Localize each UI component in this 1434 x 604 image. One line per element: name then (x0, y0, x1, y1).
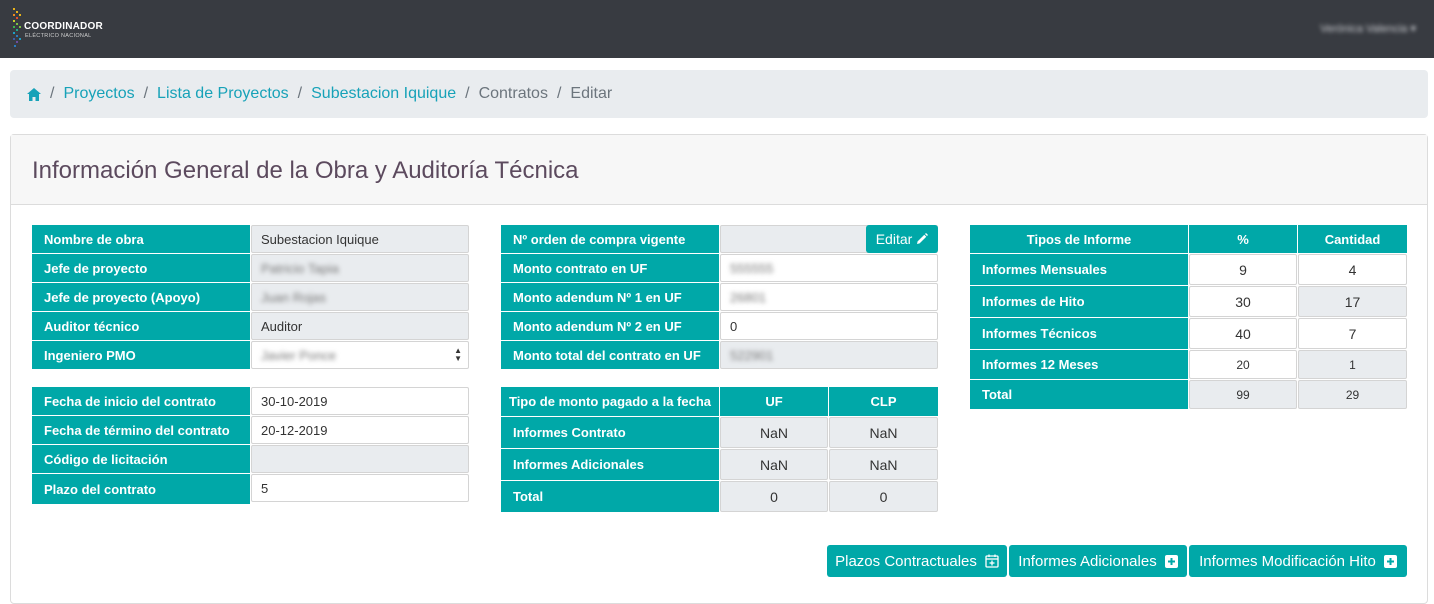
informes-total-label: Total (970, 380, 1188, 409)
pagado-total-uf: 0 (720, 481, 828, 512)
pagado-row-label: Informes Contrato (501, 417, 719, 448)
informe-cantidad-input[interactable]: 7 (1298, 318, 1407, 349)
informes-header-tipo: Tipos de Informe (970, 225, 1188, 253)
plazo-input[interactable]: 5 (251, 474, 469, 502)
breadcrumb-lista-proyectos[interactable]: Lista de Proyectos (157, 85, 289, 103)
fecha-termino-input[interactable]: 20-12-2019 (251, 416, 469, 444)
informe-row-label: Informes 12 Meses (970, 350, 1188, 379)
fecha-termino-label: Fecha de término del contrato (32, 416, 250, 444)
logo-subtitle: ELÉCTRICO NACIONAL (25, 33, 92, 39)
informes-header-cantidad: Cantidad (1298, 225, 1407, 253)
codigo-licitacion-field (251, 445, 469, 473)
home-icon[interactable] (27, 87, 41, 101)
jefe-apoyo-value: Juan Rojas (261, 289, 327, 305)
breadcrumb-editar: Editar (570, 85, 613, 102)
nombre-obra-field: Subestacion Iquique (251, 225, 469, 253)
pmo-select[interactable]: Javier Ponce ▲ ▼ (251, 341, 469, 369)
plus-square-icon (1383, 554, 1397, 568)
breadcrumb-separator: / (465, 85, 470, 102)
jefe-proyecto-value: Patricio Tapia (261, 260, 339, 276)
breadcrumb-separator: / (297, 85, 303, 102)
informe-row-label: Informes Mensuales (970, 254, 1188, 285)
informe-pct-input[interactable]: 9 (1189, 254, 1297, 285)
logo-title: COORDINADOR (24, 21, 103, 32)
user-menu[interactable]: Verónica Valencia ▾ (1320, 22, 1416, 35)
adendum2-label: Monto adendum Nº 2 en UF (501, 312, 719, 340)
pagado-clp-value: NaN (829, 449, 938, 480)
informes-adicionales-label: Informes Adicionales (1018, 552, 1157, 570)
informe-pct-input[interactable]: 20 (1189, 350, 1297, 379)
calendar-plus-icon (985, 554, 999, 568)
orden-compra-label: Nº orden de compra vigente (501, 225, 719, 253)
pagado-uf-value: NaN (720, 449, 828, 480)
informes-total-cantidad: 29 (1298, 380, 1407, 409)
monto-total-label: Monto total del contrato en UF (501, 341, 719, 369)
editar-button-label: Editar (875, 231, 913, 247)
pmo-selected-value: Javier Ponce (261, 347, 337, 363)
informes-modificacion-hito-button[interactable]: Informes Modificación Hito (1189, 545, 1407, 577)
breadcrumb-separator: / (556, 85, 562, 102)
jefe-proyecto-label: Jefe de proyecto (32, 254, 250, 282)
informe-pct-input[interactable]: 40 (1189, 318, 1297, 349)
pagado-header-tipo: Tipo de monto pagado a la fecha (501, 387, 719, 416)
breadcrumb-separator: / (50, 85, 55, 102)
nombre-obra-label: Nombre de obra (32, 225, 250, 253)
informes-header-pct: % (1189, 225, 1297, 253)
informes-modificacion-hito-label: Informes Modificación Hito (1199, 552, 1376, 570)
top-navbar: COORDINADOR ELÉCTRICO NACIONAL Verónica … (0, 0, 1434, 58)
caret-down-icon: ▾ (1410, 23, 1416, 35)
informe-row-label: Informes de Hito (970, 286, 1188, 317)
codigo-licitacion-label: Código de licitación (32, 445, 250, 473)
monto-contrato-value: 555555 (730, 260, 774, 276)
pmo-label: Ingeniero PMO (32, 341, 250, 369)
adendum1-label: Monto adendum Nº 1 en UF (501, 283, 719, 311)
select-arrows-icon: ▲ ▼ (454, 346, 462, 363)
pagado-total-label: Total (501, 481, 719, 512)
plazo-label: Plazo del contrato (32, 474, 250, 504)
pencil-icon (917, 233, 929, 244)
adendum1-value: 26801 (730, 289, 767, 305)
breadcrumb: / Proyectos / Lista de Proyectos / Subes… (10, 70, 1428, 118)
card-header: Información General de la Obra y Auditor… (11, 135, 1427, 205)
pagado-header-uf: UF (720, 387, 828, 416)
informes-total-pct: 99 (1189, 380, 1297, 409)
page-title: Información General de la Obra y Auditor… (32, 157, 579, 184)
monto-contrato-input[interactable]: 555555 (720, 254, 938, 282)
info-card: Información General de la Obra y Auditor… (10, 134, 1428, 604)
auditor-field: Auditor (251, 312, 469, 340)
jefe-proyecto-field: Patricio Tapia (251, 254, 469, 282)
pagado-uf-value: NaN (720, 417, 828, 448)
breadcrumb-subestacion[interactable]: Subestacion Iquique (311, 85, 456, 103)
informes-adicionales-button[interactable]: Informes Adicionales (1009, 545, 1187, 577)
jefe-apoyo-label: Jefe de proyecto (Apoyo) (32, 283, 250, 311)
pagado-total-clp: 0 (829, 481, 938, 512)
informe-cantidad-field: 17 (1298, 286, 1407, 317)
jefe-apoyo-field: Juan Rojas (251, 283, 469, 311)
monto-total-value: 522901 (730, 347, 774, 363)
plus-square-icon (1164, 554, 1178, 568)
pagado-header-clp: CLP (829, 387, 938, 416)
informe-row-label: Informes Técnicos (970, 318, 1188, 349)
plazos-contractuales-label: Plazos Contractuales (835, 552, 977, 570)
pagado-clp-value: NaN (829, 417, 938, 448)
monto-contrato-label: Monto contrato en UF (501, 254, 719, 282)
user-name: Verónica Valencia (1320, 23, 1408, 35)
auditor-label: Auditor técnico (32, 312, 250, 340)
adendum2-input[interactable]: 0 (720, 312, 938, 340)
fecha-inicio-label: Fecha de inicio del contrato (32, 387, 250, 415)
adendum1-input[interactable]: 26801 (720, 283, 938, 311)
breadcrumb-separator: / (143, 85, 149, 102)
fecha-inicio-input[interactable]: 30-10-2019 (251, 387, 469, 415)
breadcrumb-contratos: Contratos (478, 85, 548, 102)
breadcrumb-proyectos[interactable]: Proyectos (63, 85, 134, 103)
editar-button[interactable]: Editar (866, 225, 938, 253)
plazos-contractuales-button[interactable]: Plazos Contractuales (827, 545, 1007, 577)
informe-cantidad-input[interactable]: 4 (1298, 254, 1407, 285)
informe-cantidad-field: 1 (1298, 350, 1407, 379)
informe-pct-input[interactable]: 30 (1189, 286, 1297, 317)
monto-total-field: 522901 (720, 341, 938, 369)
coordinador-logo[interactable]: COORDINADOR ELÉCTRICO NACIONAL (10, 6, 110, 52)
logo-mark-icon (13, 8, 21, 47)
pagado-row-label: Informes Adicionales (501, 449, 719, 480)
